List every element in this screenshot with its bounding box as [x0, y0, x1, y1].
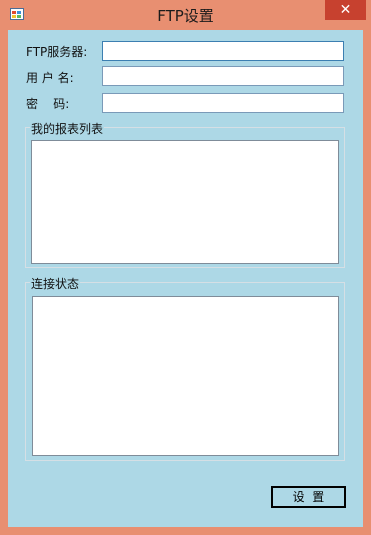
password-input[interactable]: [102, 93, 344, 113]
password-label: 密 码:: [26, 97, 70, 111]
reports-group-title: 我的报表列表: [30, 120, 105, 137]
status-group-title: 连接状态: [30, 275, 81, 292]
status-groupbox: 连接状态: [25, 275, 345, 461]
client-area: FTP服务器: 用 户 名: 密 码: 我的报表列表 连接状态 设 置: [8, 30, 363, 527]
username-input[interactable]: [102, 66, 344, 86]
set-button[interactable]: 设 置: [271, 486, 346, 508]
server-label: FTP服务器:: [26, 45, 88, 59]
reports-listbox[interactable]: [31, 140, 339, 264]
window-title: FTP设置: [157, 7, 214, 25]
title-bar[interactable]: FTP设置 ✕: [0, 0, 371, 30]
server-input[interactable]: [102, 41, 344, 61]
reports-groupbox: 我的报表列表: [25, 120, 345, 268]
status-listbox[interactable]: [32, 296, 339, 456]
username-label: 用 户 名:: [26, 71, 74, 85]
close-button[interactable]: ✕: [325, 0, 366, 20]
ftp-settings-window: FTP设置 ✕ FTP服务器: 用 户 名: 密 码: 我的报表列表 连接状态 …: [0, 0, 371, 535]
